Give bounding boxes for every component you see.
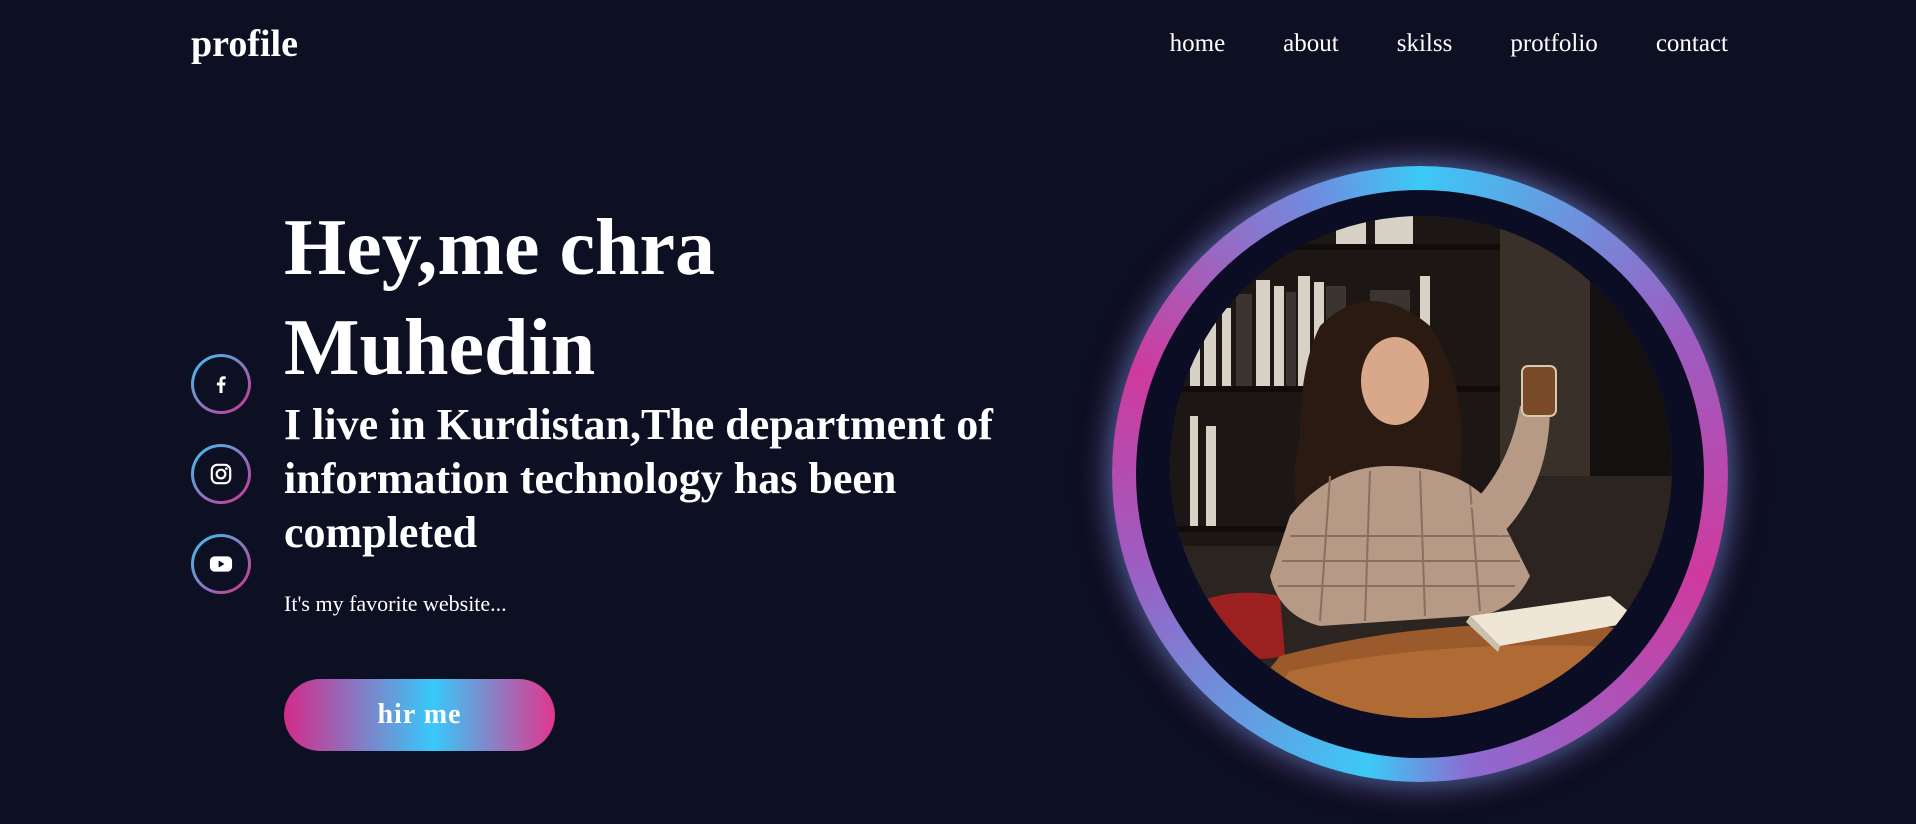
youtube-link[interactable] (191, 534, 251, 594)
youtube-icon (207, 550, 235, 578)
nav-link-home[interactable]: home (1170, 28, 1226, 60)
facebook-icon (209, 372, 233, 396)
profile-photo (1170, 216, 1672, 718)
nav-link-about[interactable]: about (1283, 28, 1339, 60)
site-logo[interactable]: profile (191, 22, 298, 66)
instagram-link[interactable] (191, 444, 251, 504)
main-nav: home about skilss protfolio contact (1170, 28, 1728, 60)
nav-link-contact[interactable]: contact (1656, 28, 1728, 60)
page: profile home about skilss protfolio cont… (0, 0, 1916, 824)
nav-link-portfolio[interactable]: protfolio (1510, 28, 1598, 60)
hero-note: It's my favorite website... (284, 591, 507, 616)
social-links (191, 354, 251, 594)
hire-me-button[interactable]: hir me (284, 679, 555, 751)
instagram-icon (208, 461, 234, 487)
facebook-link[interactable] (191, 354, 251, 414)
hero-subtitle: I live in Kurdistan,The department of in… (284, 400, 993, 557)
nav-link-skills[interactable]: skilss (1397, 28, 1453, 60)
hero-title: Hey,me chra Muhedin (284, 204, 715, 392)
